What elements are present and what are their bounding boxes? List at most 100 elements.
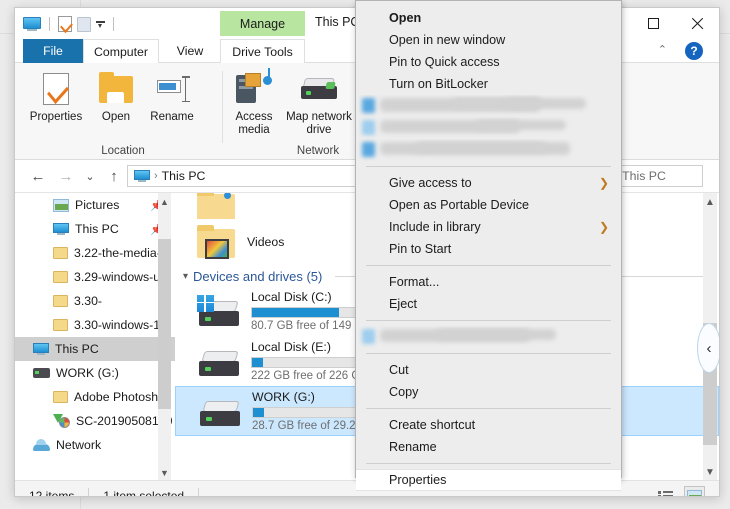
scrollbar-thumb[interactable] [158, 239, 171, 409]
menu-item-create-shortcut[interactable]: Create shortcut [356, 414, 621, 436]
ribbon-button-label: Rename [141, 111, 203, 124]
this-pc-icon [53, 223, 75, 236]
open-folder-icon [85, 71, 147, 107]
sidebar-item-work-g[interactable]: WORK (G:) [15, 361, 175, 385]
menu-item-cut[interactable]: Cut [356, 359, 621, 381]
chevron-down-icon[interactable]: ▾ [183, 271, 188, 282]
access-media-icon [223, 71, 285, 107]
menu-separator [366, 320, 611, 321]
nav-pane-scrollbar[interactable]: ▲ ▼ [158, 193, 171, 481]
music-folder-icon [197, 193, 237, 219]
ribbon-button-label: Access media [223, 111, 285, 137]
sidebar-item-label: 3.30-windows-10 [74, 318, 167, 332]
ribbon-button-access-media[interactable]: Access media [223, 71, 285, 137]
maximize-button[interactable] [631, 8, 675, 38]
menu-item-redacted[interactable] [356, 326, 621, 348]
menu-item-label: Include in library [389, 220, 481, 234]
sidebar-item-label: Pictures [75, 198, 119, 212]
ribbon-button-label: Open [85, 111, 147, 124]
this-pc-icon[interactable] [23, 17, 41, 32]
menu-item-give-access-to[interactable]: Give access to❯ [356, 172, 621, 194]
recent-locations-button[interactable]: ⌄ [79, 166, 101, 186]
pictures-icon [53, 199, 75, 212]
menu-item-redacted[interactable] [356, 117, 621, 139]
back-button[interactable]: ← [27, 166, 49, 186]
menu-item-copy[interactable]: Copy [356, 381, 621, 403]
sidebar-item-label: This PC [75, 222, 119, 236]
sidebar-item-this-pc[interactable]: This PC📌 [15, 217, 175, 241]
menu-item-properties[interactable]: Properties [356, 469, 621, 491]
collapse-ribbon-icon[interactable]: ⌃ [658, 43, 667, 56]
close-button[interactable] [675, 8, 719, 38]
videos-folder-icon [197, 225, 237, 259]
menu-item-label: Open [389, 11, 421, 25]
menu-item-open-as-portable-device[interactable]: Open as Portable Device [356, 194, 621, 216]
sidebar-item-3-30[interactable]: 3.30- [15, 289, 175, 313]
ribbon-button-map-network-drive[interactable]: Map network drive [281, 71, 357, 137]
contextual-tab-manage[interactable]: Manage [220, 11, 305, 36]
menu-item-label: Open in new window [389, 33, 505, 47]
group-header-label: Devices and drives (5) [193, 269, 322, 284]
chevron-right-icon[interactable]: ❯ [599, 220, 609, 234]
ribbon-button-open[interactable]: Open [85, 71, 147, 124]
folder-icon [53, 319, 74, 331]
menu-item-redacted[interactable] [356, 139, 621, 161]
rename-icon [141, 71, 203, 107]
ribbon-button-rename[interactable]: Rename [141, 71, 203, 124]
ribbon-button-label: Map network drive [281, 111, 357, 137]
sidebar-item-label: 3.29-windows-u [74, 270, 160, 284]
item-count-label: 12 items [15, 489, 74, 498]
forward-button[interactable]: → [55, 166, 77, 186]
menu-item-format[interactable]: Format... [356, 271, 621, 293]
desktop-background: Manage This PC File Computer View Drive … [0, 0, 730, 509]
menu-item-label: Eject [389, 297, 417, 311]
tab-computer[interactable]: Computer [83, 39, 159, 63]
scroll-up-icon[interactable]: ▲ [158, 193, 171, 210]
menu-item-label: Rename [389, 440, 437, 454]
windows-drive-icon [197, 295, 241, 328]
properties-icon[interactable] [58, 16, 72, 32]
menu-item-open[interactable]: Open [356, 7, 621, 29]
scroll-down-icon[interactable]: ▼ [158, 464, 171, 481]
up-button[interactable]: ↑ [103, 166, 125, 186]
breadcrumb-separator[interactable]: › [154, 170, 158, 182]
help-icon[interactable]: ? [685, 42, 703, 60]
large-icons-view-button[interactable] [684, 486, 705, 497]
menu-item-label: Properties [389, 473, 446, 487]
sidebar-item-3-22-the-media[interactable]: 3.22-the-media- [15, 241, 175, 265]
customize-dropdown-icon[interactable] [96, 21, 105, 28]
menu-item-open-in-new-window[interactable]: Open in new window [356, 29, 621, 51]
scroll-up-icon[interactable]: ▲ [703, 193, 717, 211]
toolbar-separator [113, 17, 114, 31]
sidebar-item-label: WORK (G:) [56, 366, 119, 380]
menu-item-redacted[interactable] [356, 95, 621, 117]
capacity-bar-fill [252, 308, 339, 317]
tab-drive-tools[interactable]: Drive Tools [220, 39, 305, 63]
chevron-right-icon[interactable]: ❯ [599, 176, 609, 190]
sidebar-item-pictures[interactable]: Pictures📌 [15, 193, 175, 217]
preview-pane-toggle[interactable]: ‹ [697, 323, 719, 373]
scroll-down-icon[interactable]: ▼ [703, 463, 717, 481]
menu-item-eject[interactable]: Eject [356, 293, 621, 315]
sidebar-item-3-29-windows-u[interactable]: 3.29-windows-u [15, 265, 175, 289]
sidebar-item-network[interactable]: Network [15, 433, 175, 457]
ribbon-button-properties[interactable]: Properties [25, 71, 87, 124]
tab-view[interactable]: View [161, 39, 219, 63]
sidebar-item-adobe-photosho[interactable]: Adobe Photosho [15, 385, 175, 409]
tab-file[interactable]: File [23, 39, 83, 63]
menu-item-turn-on-bitlocker[interactable]: Turn on BitLocker [356, 73, 621, 95]
menu-item-label: Copy [389, 385, 418, 399]
capacity-bar-fill [253, 408, 264, 417]
menu-separator [366, 166, 611, 167]
maximize-icon [648, 18, 659, 29]
sidebar-item-3-30-windows-10[interactable]: 3.30-windows-10 [15, 313, 175, 337]
sidebar-item-this-pc[interactable]: This PC [15, 337, 175, 361]
sidebar-item-sc-20190508170[interactable]: SC-20190508170 [15, 409, 175, 433]
new-folder-icon[interactable] [77, 17, 91, 32]
menu-item-pin-to-start[interactable]: Pin to Start [356, 238, 621, 260]
menu-item-include-in-library[interactable]: Include in library ❯ [356, 216, 621, 238]
toolbar-separator [49, 17, 50, 31]
menu-item-rename[interactable]: Rename [356, 436, 621, 458]
menu-item-pin-to-quick-access[interactable]: Pin to Quick access [356, 51, 621, 73]
details-view-button[interactable] [655, 486, 676, 497]
